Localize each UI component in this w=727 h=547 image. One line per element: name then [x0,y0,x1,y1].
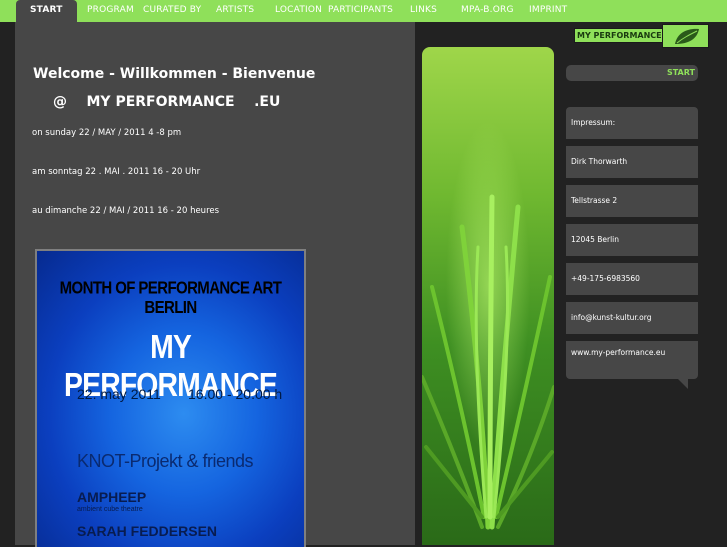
nav-curated-by[interactable]: CURATED BY [143,0,201,22]
imprint-name: Dirk Thorwarth [566,146,698,178]
nav-artists[interactable]: ARTISTS [216,0,254,22]
nav-imprint[interactable]: IMPRINT [529,0,567,22]
imprint-email[interactable]: info@kunst-kultur.org [566,302,698,334]
poster-subtitle: ambient cube theatre [77,506,143,513]
nav-location[interactable]: LOCATION [275,0,322,22]
nav-links[interactable]: LINKS [410,0,437,22]
imprint-phone: +49-175-6983560 [566,263,698,295]
poster-ampheep: AMPHEEP [77,489,147,505]
site-subheading: @ MY PERFORMANCE .EU [53,94,281,110]
poster-knot: KNOT-Projekt & friends [77,451,254,471]
imprint-website[interactable]: www.my-performance.eu [566,341,698,379]
imprint-street: Tellstrasse 2 [566,185,698,217]
grass-image [422,47,554,545]
welcome-heading: Welcome - Willkommen - Bienvenue [33,66,316,82]
imprint-city: 12045 Berlin [566,224,698,256]
poster-date: 22. may 2011 16.00 - 20.00 h [77,386,283,402]
logo[interactable]: MY PERFORMANCE [574,24,727,48]
date-english: on sunday 22 / MAY / 2011 4 -8 pm [32,128,182,138]
poster-title: MONTH OF PERFORMANCE ART BERLIN [59,278,282,318]
speech-bubble-tail [678,379,688,389]
poster-sarah: SARAH FEDDERSEN [77,523,218,539]
event-poster: MONTH OF PERFORMANCE ART BERLIN MY PERFO… [35,249,306,547]
main-content: Welcome - Willkommen - Bienvenue @ MY PE… [15,22,415,547]
logo-text: MY PERFORMANCE [574,28,665,43]
date-german: am sonntag 22 . MAI . 2011 16 - 20 Uhr [32,167,201,177]
nav-start[interactable]: START [16,0,77,22]
grass-blades [422,194,554,530]
nav-participants[interactable]: PARTICIPANTS [328,0,393,22]
leaf-icon [662,24,709,48]
sidebar-start-button[interactable]: START [566,65,698,81]
nav-mpa-b-org[interactable]: MPA-B.ORG [461,0,514,22]
nav-program[interactable]: PROGRAM [87,0,134,22]
top-navigation: START PROGRAM CURATED BY ARTISTS LOCATIO… [0,0,727,22]
date-french: au dimanche 22 / MAI / 2011 16 - 20 heur… [32,206,220,216]
imprint-heading: Impressum: [566,107,698,139]
